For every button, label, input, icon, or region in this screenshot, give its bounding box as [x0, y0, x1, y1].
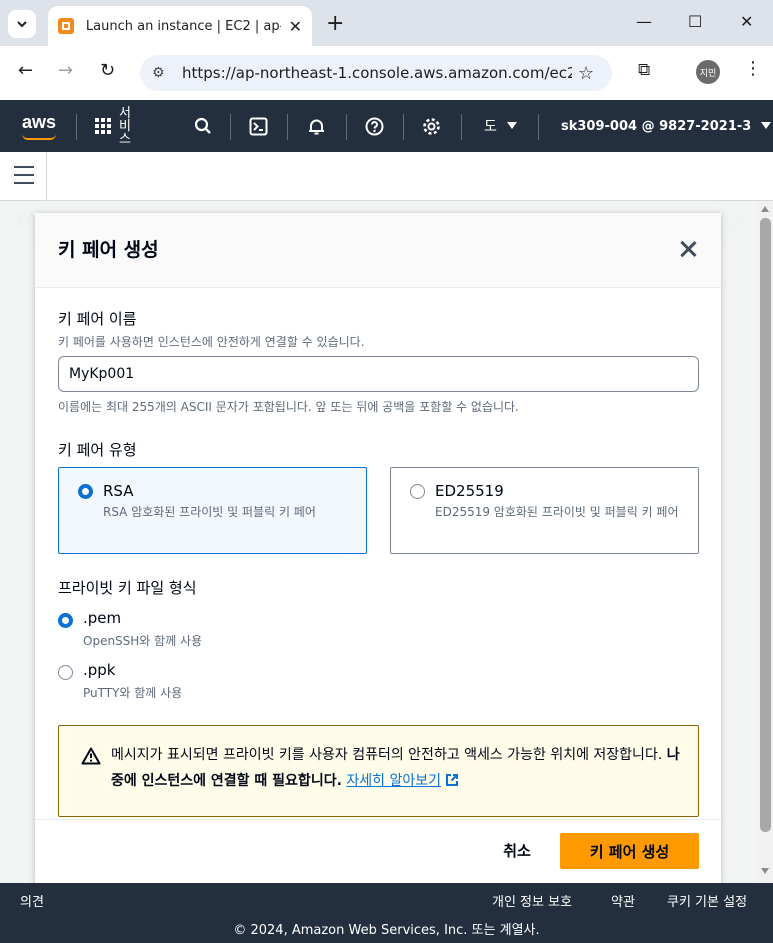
nav-divider	[346, 114, 347, 140]
warning-triangle-icon	[81, 747, 101, 765]
console-sub-header	[0, 152, 773, 201]
url-text: https://ap-northeast-1.console.aws.amazo…	[182, 64, 572, 82]
modal-title: 키 페어 생성	[58, 239, 159, 261]
browser-toolbar: ← → ↻ ⚙ https://ap-northeast-1.console.a…	[0, 46, 773, 100]
warning-alert: 메시지가 표시되면 프라이빗 키를 사용자 컴퓨터의 안전하고 액세스 가능한 …	[58, 725, 699, 817]
maximize-icon[interactable]: ☐	[688, 12, 702, 31]
rsa-description: RSA 암호화된 프라이빗 및 퍼블릭 키 페어	[103, 505, 316, 519]
sub-header-divider	[46, 152, 47, 201]
account-label: sk309-004 @ 9827-2021-3	[561, 118, 752, 134]
key-pair-name-input[interactable]	[58, 356, 699, 392]
privacy-link[interactable]: 개인 정보 보호	[492, 891, 572, 910]
aws-logo[interactable]: aws	[22, 112, 56, 133]
copyright-text: © 2024, Amazon Web Services, Inc. 또는 계열사…	[233, 923, 540, 938]
pem-radio[interactable]	[58, 613, 73, 628]
aws-logo-smile	[22, 134, 56, 140]
grid-icon	[95, 118, 111, 134]
ed25519-description: ED25519 암호화된 프라이빗 및 퍼블릭 키 페어	[435, 505, 679, 519]
key-pair-type-label: 키 페어 유형	[58, 441, 137, 459]
help-button[interactable]	[365, 100, 384, 152]
search-icon	[194, 117, 211, 134]
search-button[interactable]	[194, 100, 212, 152]
gear-icon	[423, 117, 440, 135]
close-tab-icon[interactable]: ✕	[289, 17, 302, 36]
browser-menu-icon[interactable]: ⋮	[744, 58, 762, 79]
terminal-icon	[249, 117, 268, 135]
warning-text: 메시지가 표시되면 프라이빗 키를 사용자 컴퓨터의 안전하고 액세스 가능한 …	[111, 742, 681, 794]
bell-icon	[309, 119, 324, 134]
extensions-puzzle-icon[interactable]: ⧉	[638, 60, 650, 80]
ed25519-title: ED25519	[435, 482, 504, 500]
caret-down-icon	[761, 122, 772, 129]
console-footer: 의견 개인 정보 보호 약관 쿠키 기본 설정 © 2024, Amazon W…	[0, 883, 773, 943]
key-type-tile-rsa[interactable]: RSA RSA 암호화된 프라이빗 및 퍼블릭 키 페어	[58, 467, 367, 554]
close-icon[interactable]	[677, 238, 699, 260]
forward-icon[interactable]: →	[58, 60, 73, 81]
scroll-down-arrow-icon[interactable]	[761, 868, 769, 874]
profile-avatar[interactable]: 지민	[696, 60, 720, 84]
minimize-icon[interactable]: —	[636, 12, 652, 31]
rsa-title: RSA	[103, 482, 134, 500]
ppk-title[interactable]: .ppk	[83, 661, 116, 679]
ppk-radio[interactable]	[58, 665, 73, 680]
cancel-button[interactable]: 취소	[487, 835, 547, 865]
aws-favicon-icon	[58, 18, 74, 34]
key-type-tile-ed25519[interactable]: ED25519 ED25519 암호화된 프라이빗 및 퍼블릭 키 페어	[390, 467, 699, 554]
page-scrollbar-thumb[interactable]	[760, 218, 771, 832]
chevron-down-icon	[17, 21, 27, 28]
caret-down-icon	[506, 122, 517, 129]
region-label: 도	[484, 119, 497, 135]
nav-divider	[287, 114, 288, 140]
tab-search-button[interactable]	[8, 10, 36, 38]
nav-divider	[403, 114, 404, 140]
pem-description: OpenSSH와 함께 사용	[83, 634, 203, 648]
account-menu[interactable]: sk309-004 @ 9827-2021-3	[561, 100, 772, 152]
address-bar[interactable]: ⚙ https://ap-northeast-1.console.aws.ama…	[140, 55, 612, 91]
settings-button[interactable]	[422, 100, 441, 152]
cloudshell-button[interactable]	[249, 100, 268, 152]
new-tab-button[interactable]: +	[326, 10, 344, 38]
feedback-link[interactable]: 의견	[20, 891, 44, 910]
cookie-preferences-link[interactable]: 쿠키 기본 설정	[667, 891, 747, 910]
services-menu-button[interactable]: 서비스	[95, 100, 137, 152]
create-key-pair-button[interactable]: 키 페어 생성	[560, 833, 699, 869]
modal-header: 키 페어 생성	[35, 213, 721, 288]
nav-divider	[538, 114, 539, 140]
browser-tab[interactable]: Launch an instance | EC2 | ap- ✕	[48, 6, 312, 46]
rsa-radio[interactable]	[78, 484, 93, 499]
learn-more-link[interactable]: 자세히 알아보기	[346, 773, 459, 789]
tab-title: Launch an instance | EC2 | ap-	[85, 18, 281, 34]
site-settings-icon[interactable]: ⚙	[152, 65, 170, 81]
private-key-format-label: 프라이빗 키 파일 형식	[58, 579, 197, 597]
close-window-icon[interactable]: ✕	[740, 12, 753, 31]
notifications-button[interactable]	[307, 100, 326, 152]
aws-top-navigation: aws 서비스 도 sk309-004 @ 9827-2021-3	[0, 100, 773, 152]
bookmark-star-icon[interactable]: ☆	[578, 63, 594, 84]
hamburger-menu-icon[interactable]	[14, 166, 34, 184]
ed25519-radio[interactable]	[410, 484, 425, 499]
learn-more-label: 자세히 알아보기	[346, 773, 441, 789]
create-key-pair-modal: 키 페어 생성 키 페어 이름 키 페어를 사용하면 인스턴스에 안전하게 연결…	[35, 213, 721, 883]
key-pair-name-label: 키 페어 이름	[58, 310, 137, 328]
scroll-up-arrow-icon[interactable]	[761, 206, 769, 212]
pem-title[interactable]: .pem	[83, 609, 121, 627]
key-pair-name-constraint: 이름에는 최대 255개의 ASCII 문자가 포함됩니다. 앞 또는 뒤에 공…	[58, 400, 519, 414]
terms-link[interactable]: 약관	[611, 891, 635, 910]
region-selector[interactable]: 도	[484, 100, 517, 152]
external-link-icon	[445, 774, 458, 786]
ppk-description: PuTTY와 함께 사용	[83, 686, 183, 700]
nav-divider	[461, 114, 462, 140]
footer-divider	[35, 819, 721, 820]
help-circle-icon	[365, 117, 384, 135]
warning-message: 메시지가 표시되면 프라이빗 키를 사용자 컴퓨터의 안전하고 액세스 가능한 …	[111, 747, 663, 763]
key-pair-name-description: 키 페어를 사용하면 인스턴스에 안전하게 연결할 수 있습니다.	[58, 335, 365, 349]
nav-divider	[230, 114, 231, 140]
reload-icon[interactable]: ↻	[100, 60, 115, 81]
back-icon[interactable]: ←	[18, 60, 33, 81]
nav-divider	[76, 114, 77, 140]
browser-tab-strip: Launch an instance | EC2 | ap- ✕ + — ☐ ✕	[0, 0, 773, 46]
services-label: 서비스	[119, 105, 131, 147]
